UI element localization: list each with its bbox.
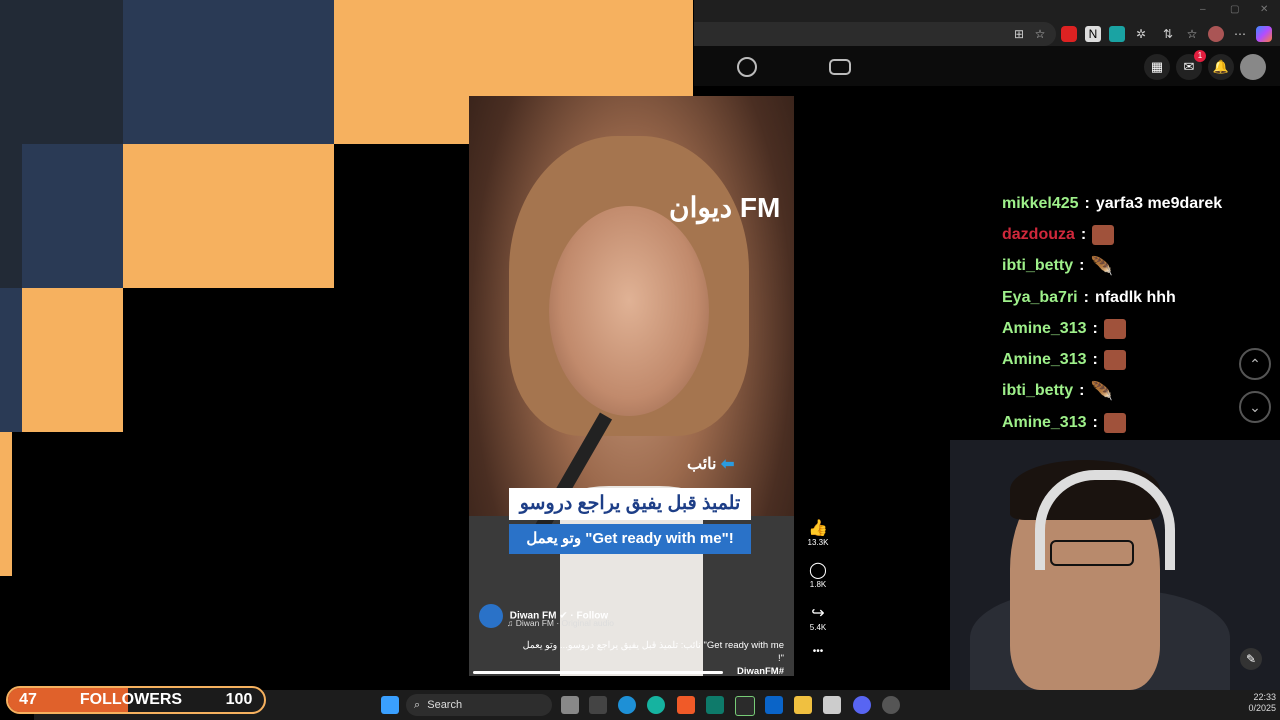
chat-username: ibti_betty: [1002, 382, 1074, 400]
thumbs-up-icon: 👍: [808, 520, 828, 537]
overlay-shadow: [0, 0, 34, 690]
star-icon[interactable]: ☆: [1032, 26, 1048, 42]
channel-logo: ديوان FM: [669, 192, 781, 223]
chat-username: Amine_313: [1002, 319, 1087, 337]
task-view-icon[interactable]: [561, 696, 579, 714]
share-button[interactable]: ↪ 5.4K: [806, 603, 830, 632]
followers-goal: 100: [225, 691, 253, 708]
chat-message: ibti_betty: 🪶: [1002, 251, 1272, 282]
obs-icon[interactable]: [882, 696, 900, 714]
avatar[interactable]: [1240, 54, 1266, 80]
chat-username: ibti_betty: [1002, 257, 1074, 275]
comment-button[interactable]: ◯ 1.8K: [806, 560, 830, 589]
face-emote: [1103, 412, 1126, 433]
clock: 22:33 0/2025: [1248, 692, 1276, 713]
face-emote: [1103, 350, 1126, 371]
chat-username: Eya_ba7ri: [1002, 288, 1078, 306]
notification-badge: 1: [1194, 50, 1206, 62]
share-icon: ↪: [811, 605, 825, 622]
leaf-emote: 🪶: [1090, 381, 1113, 402]
edge-icon[interactable]: [618, 696, 636, 714]
copilot-icon[interactable]: [1256, 26, 1272, 42]
chat-overlay: mikkel425: yarfa3 me9darek dazdouza: ibti_b…: [1002, 188, 1272, 470]
extension-n-icon[interactable]: N: [1085, 26, 1101, 42]
overlay-block: [123, 0, 334, 144]
followers-goal-bar: 47 FOLLOWERS 100: [6, 686, 266, 714]
chat-separator: :: [1092, 351, 1098, 369]
chat-separator: :: [1084, 194, 1090, 212]
chat-message: Amine_313:: [1002, 407, 1272, 438]
maximize-icon[interactable]: ▢: [1230, 4, 1239, 15]
face-emote: [1103, 318, 1126, 339]
chat-message: dazdouza:: [1002, 219, 1272, 250]
app-icon[interactable]: [706, 696, 724, 714]
taskbar-search[interactable]: ⌕ Search: [406, 694, 552, 716]
menu-grid-icon[interactable]: ▦: [1144, 54, 1170, 80]
brave-icon[interactable]: [677, 696, 695, 714]
edit-icon[interactable]: ✎: [1240, 648, 1262, 670]
overlay-block: [22, 288, 123, 432]
caption-line-1: تلميذ قبل يفيق يراجع دروسو: [509, 488, 751, 520]
chat-separator: :: [1092, 413, 1098, 431]
outlook-icon[interactable]: [765, 696, 783, 714]
file-explorer-icon[interactable]: [794, 696, 812, 714]
profile-icon[interactable]: [1208, 26, 1224, 42]
chat-separator: :: [1083, 288, 1089, 306]
glasses: [1050, 540, 1134, 566]
close-icon[interactable]: ✕: [1260, 4, 1268, 15]
comment-icon: ◯: [809, 562, 827, 579]
video-progress-bar[interactable]: [473, 671, 723, 674]
chat-username: mikkel425: [1002, 194, 1079, 212]
leaf-emote: 🪶: [1090, 256, 1113, 277]
chat-message: Amine_313:: [1002, 313, 1272, 344]
more-icon[interactable]: ⋯: [1232, 26, 1248, 42]
chat-message: mikkel425: yarfa3 me9darek: [1002, 188, 1272, 219]
extensions-icon[interactable]: ✲: [1133, 26, 1149, 42]
author-block: Diwan FM ✔ · Follow ♫ Diwan FM · Origina…: [479, 604, 614, 628]
chat-message: ibti_betty: 🪶: [1002, 376, 1272, 407]
webcam-feed: [950, 440, 1280, 690]
chat-username: Amine_313: [1002, 351, 1087, 369]
more-options-button[interactable]: •••: [806, 646, 830, 657]
address-bar[interactable]: [694, 22, 1056, 46]
like-button[interactable]: 👍 13.3K: [806, 518, 830, 547]
author-avatar[interactable]: [479, 604, 503, 628]
app-icon[interactable]: [647, 696, 665, 714]
chat-message: Amine_313:: [1002, 344, 1272, 375]
terminal-icon[interactable]: [589, 696, 607, 714]
groups-icon[interactable]: [737, 57, 757, 77]
video-player[interactable]: ديوان FM نائب ⬅ تلميذ قبل يفيق يراجع درو…: [469, 96, 794, 676]
search-icon: ⌕: [414, 699, 421, 711]
minimize-icon[interactable]: –: [1200, 4, 1206, 15]
followers-current: 47: [19, 691, 37, 708]
discord-icon[interactable]: [853, 696, 871, 714]
overlay-block: [22, 144, 123, 288]
start-icon[interactable]: [381, 696, 399, 714]
chat-separator: :: [1080, 225, 1087, 243]
chat-separator: :: [1079, 257, 1085, 275]
gaming-icon[interactable]: [829, 59, 851, 75]
store-icon[interactable]: [823, 696, 841, 714]
pycharm-icon[interactable]: [735, 696, 755, 716]
notifications-icon[interactable]: 🔔: [1208, 54, 1234, 80]
caption-line-2: وتو يعمل "Get ready with me"!: [509, 524, 751, 554]
extension-teal-icon[interactable]: [1109, 26, 1125, 42]
followers-label: FOLLOWERS: [79, 691, 183, 708]
video-subject-face: [549, 206, 709, 416]
split-screen-icon[interactable]: ⇅: [1160, 26, 1176, 42]
chat-message: Eya_ba7ri: nfadlk hhh: [1002, 282, 1272, 313]
chat-username: dazdouza: [1002, 225, 1075, 243]
video-tag: نائب ⬅: [687, 456, 735, 473]
face-emote: [1092, 224, 1115, 245]
tab-search-icon[interactable]: ⊞: [1011, 26, 1027, 42]
chat-separator: :: [1092, 319, 1098, 337]
extension-red-icon[interactable]: [1061, 26, 1077, 42]
overlay-block: [123, 144, 334, 288]
favorites-icon[interactable]: ☆: [1184, 26, 1200, 42]
chat-text: yarfa3 me9darek: [1095, 194, 1223, 212]
audio-label[interactable]: ♫ Diwan FM · Original audio: [507, 618, 614, 628]
chat-separator: :: [1079, 382, 1085, 400]
chat-username: Amine_313: [1002, 413, 1087, 431]
chat-text: nfadlk hhh: [1094, 288, 1176, 306]
